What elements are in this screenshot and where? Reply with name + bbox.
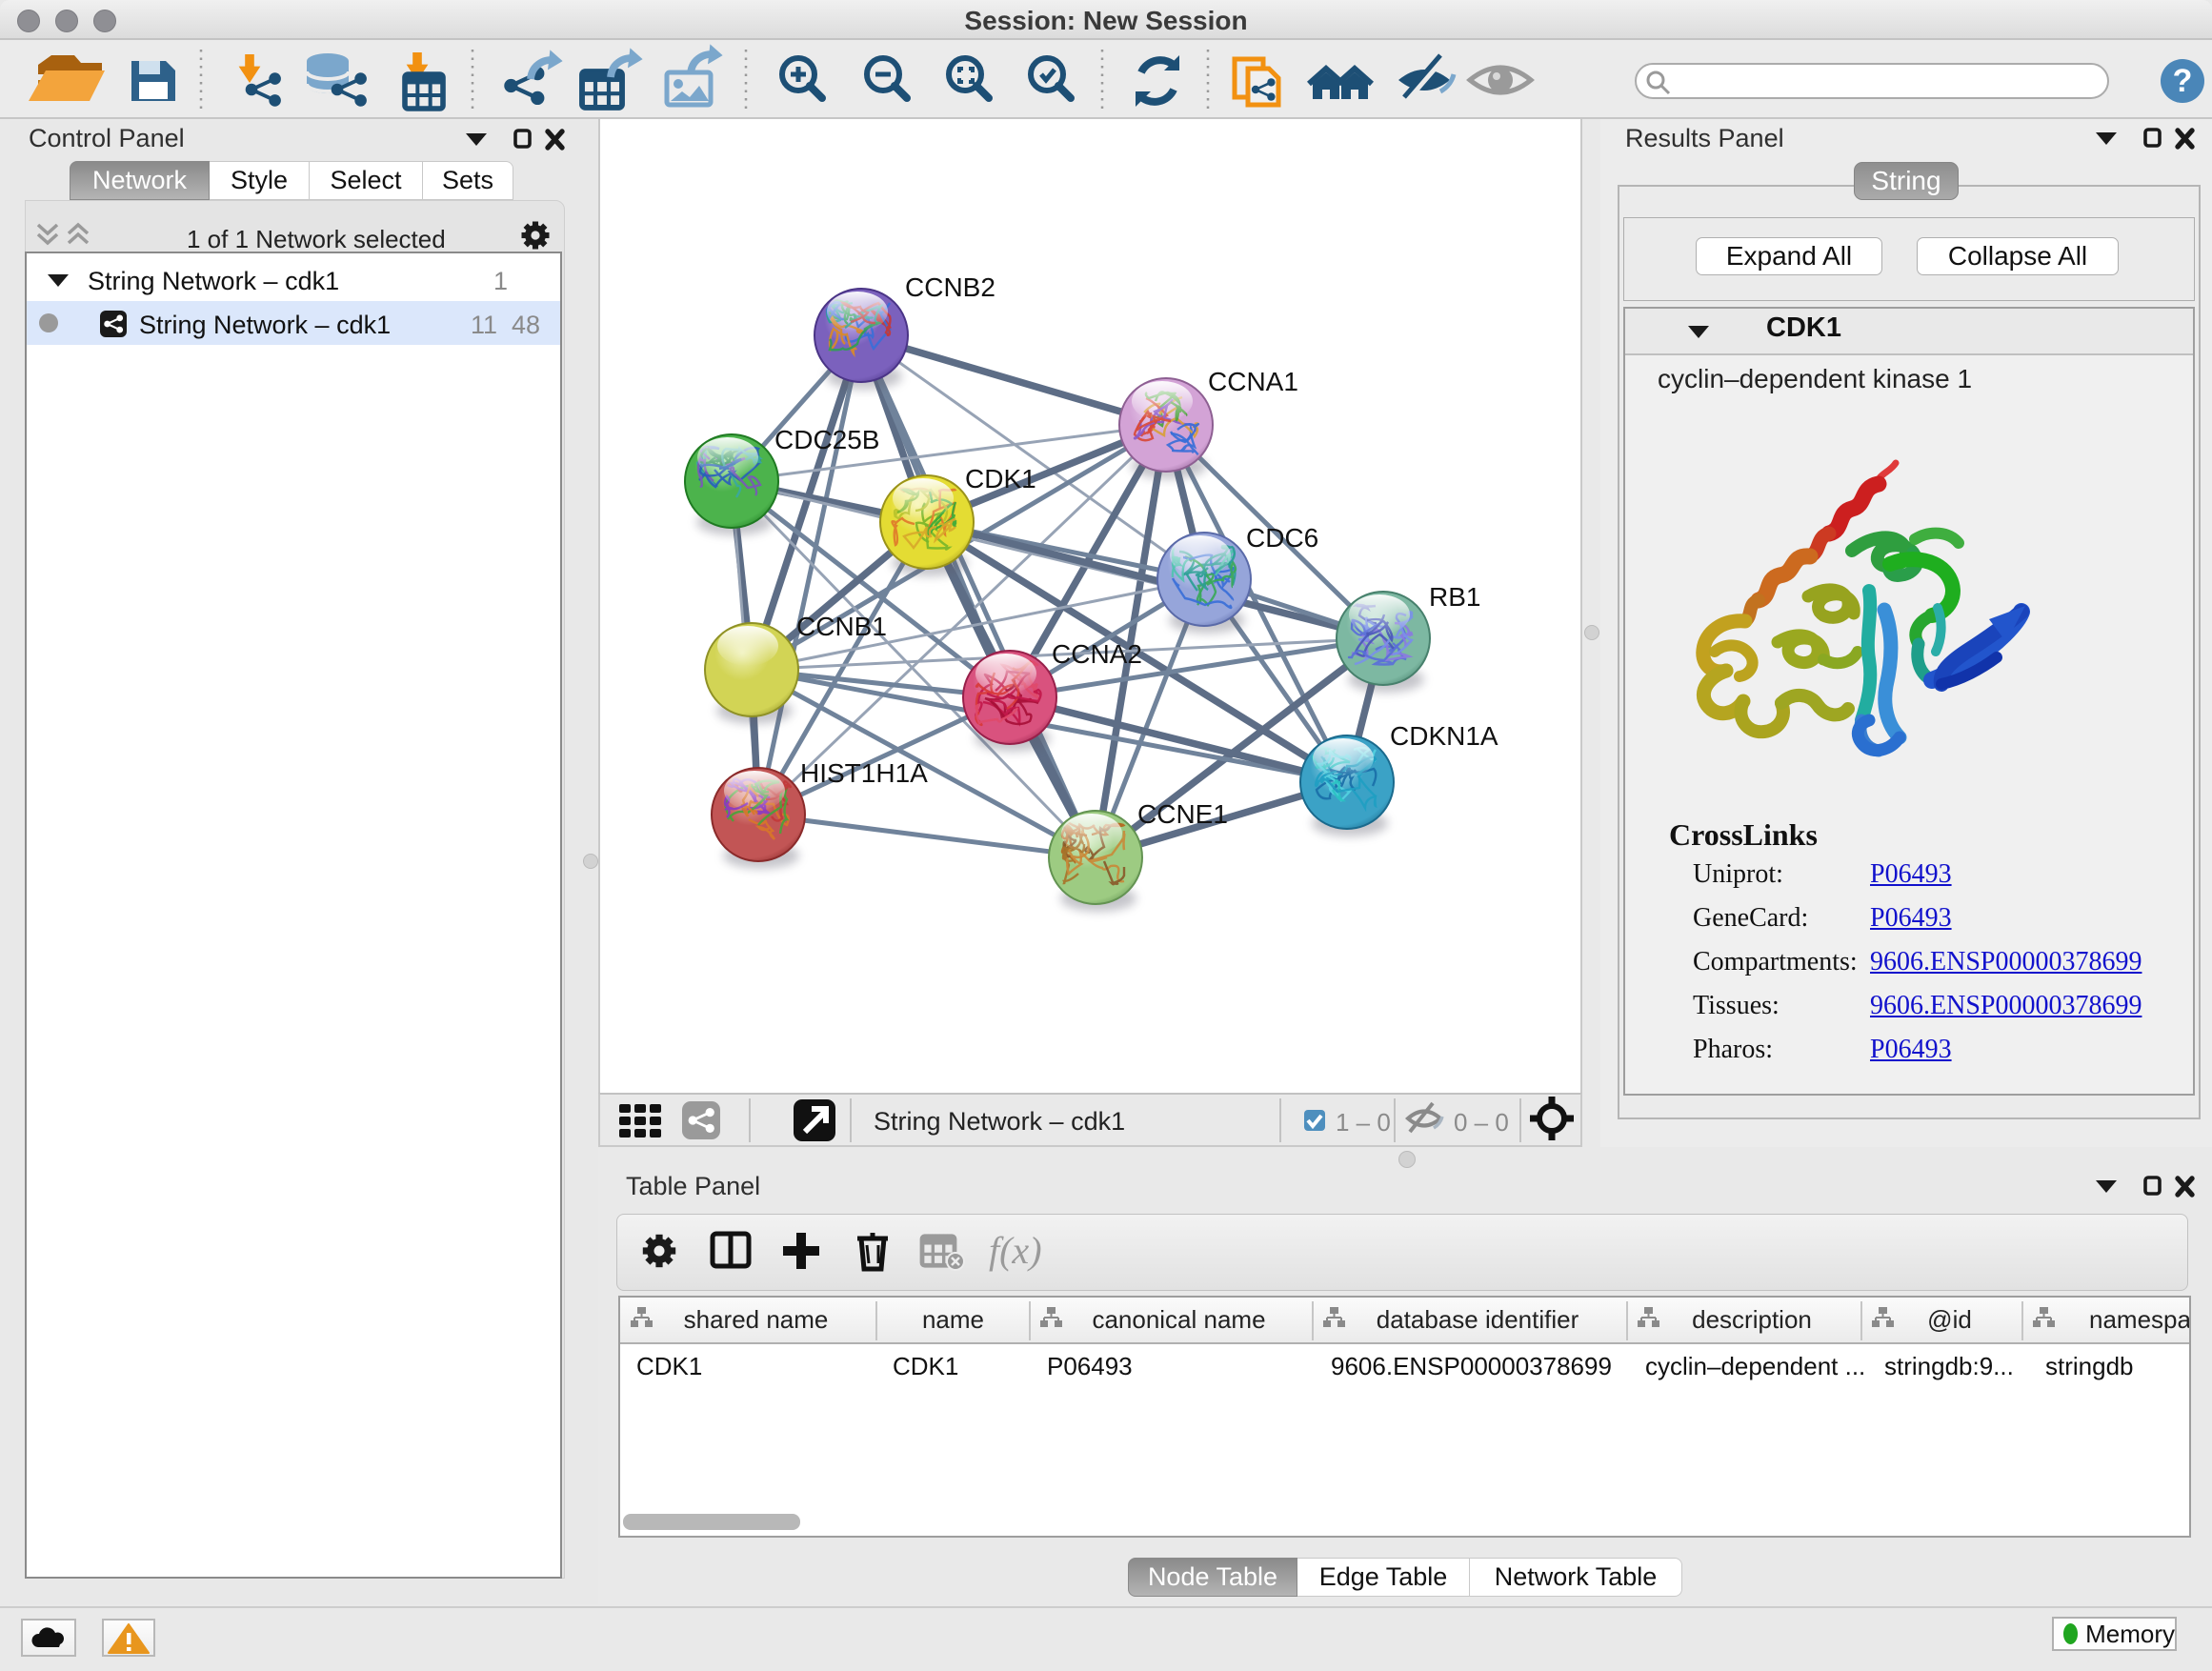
svg-text:name: name [922, 1305, 984, 1334]
svg-text:CCNB2: CCNB2 [905, 272, 995, 302]
svg-text:shared name: shared name [684, 1305, 829, 1334]
svg-text:CDKN1A: CDKN1A [1390, 721, 1498, 751]
svg-text:f(x): f(x) [989, 1229, 1042, 1272]
svg-text:database identifier: database identifier [1377, 1305, 1579, 1334]
svg-text:CDC6: CDC6 [1246, 523, 1318, 553]
svg-text:namespace: namespace [2089, 1305, 2189, 1334]
svg-text:CCNE1: CCNE1 [1137, 799, 1228, 829]
svg-text:HIST1H1A: HIST1H1A [800, 758, 928, 788]
svg-text:CCNA1: CCNA1 [1208, 367, 1298, 396]
svg-text:canonical name: canonical name [1092, 1305, 1265, 1334]
svg-text:CCNA2: CCNA2 [1052, 639, 1142, 669]
svg-text:RB1: RB1 [1429, 582, 1480, 612]
svg-text:@id: @id [1927, 1305, 1972, 1334]
svg-text:CDC25B: CDC25B [774, 425, 879, 454]
svg-text:description: description [1692, 1305, 1812, 1334]
svg-text:CCNB1: CCNB1 [796, 612, 887, 641]
svg-text:CDK1: CDK1 [965, 464, 1036, 493]
